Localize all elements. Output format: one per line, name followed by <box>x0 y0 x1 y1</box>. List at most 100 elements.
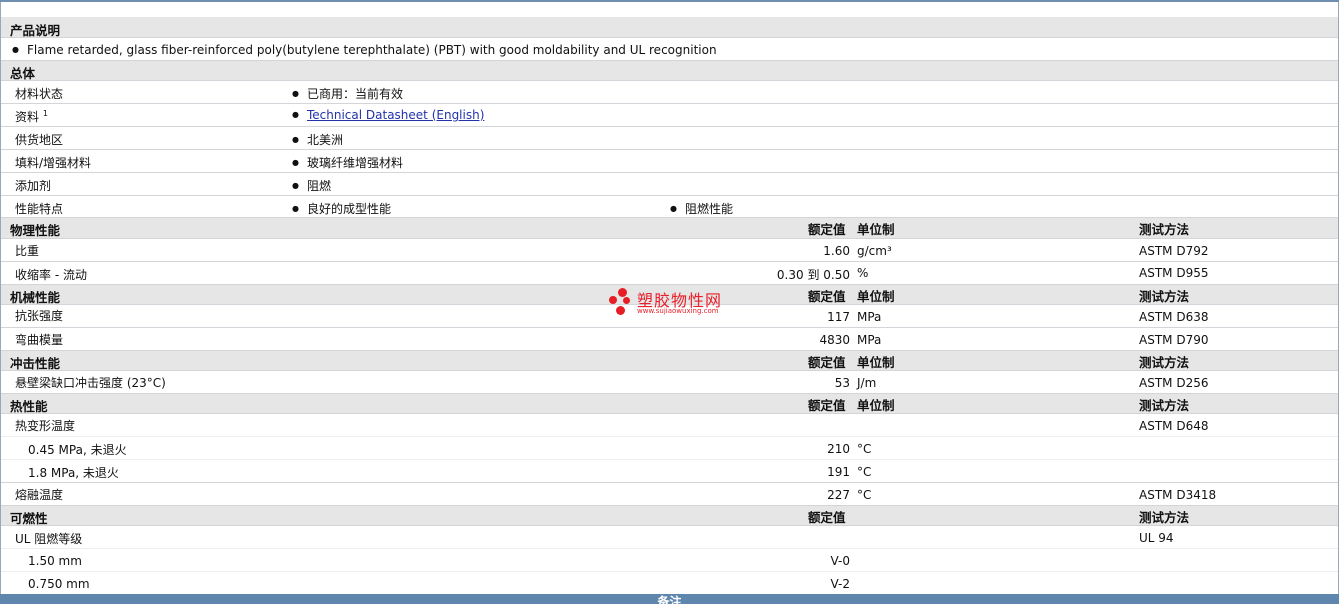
section-title: 物理性能 <box>10 223 61 238</box>
property-unit: g/cm³ <box>857 244 892 258</box>
property-row-flex-modulus: 弯曲模量 4830 MPa ASTM D790 <box>1 328 1338 351</box>
test-method: ASTM D790 <box>1139 333 1209 347</box>
property-subrow-ul-075: 0.750 mm V-2 <box>1 572 1338 594</box>
property-label: 热变形温度 <box>15 419 76 433</box>
general-row-region: 供货地区 北美洲 <box>1 127 1338 150</box>
description-row: Flame retarded, glass fiber-reinforced p… <box>1 38 1338 61</box>
unit-header: 单位制 <box>857 289 895 304</box>
property-value: 0.30 到 0.50 <box>776 268 850 282</box>
row-value: 良好的成型性能 <box>292 200 391 217</box>
row-value: 阻燃 <box>292 177 331 194</box>
section-title: 产品说明 <box>10 23 61 38</box>
description-text: Flame retarded, glass fiber-reinforced p… <box>12 43 717 57</box>
method-header: 测试方法 <box>1139 289 1190 304</box>
test-method: ASTM D256 <box>1139 376 1209 390</box>
general-row-status: 材料状态 已商用：当前有效 <box>1 81 1338 104</box>
technical-datasheet-link[interactable]: Technical Datasheet (English) <box>307 108 484 122</box>
nominal-header: 额定值 <box>808 289 846 304</box>
general-row-docs: 资料 1 Technical Datasheet (English) <box>1 104 1338 127</box>
test-method: ASTM D3418 <box>1139 488 1217 502</box>
logo-dot-icon <box>609 296 617 304</box>
property-unit: °C <box>857 488 872 502</box>
logo-dot-icon <box>616 306 625 315</box>
section-header-impact: 冲击性能 额定值 单位制 测试方法 <box>1 351 1338 371</box>
section-title: 总体 <box>10 66 36 81</box>
property-unit: °C <box>857 442 872 456</box>
row-label: 添加剂 <box>15 179 52 193</box>
property-subrow-hdt-045: 0.45 MPa, 未退火 210 °C <box>1 437 1338 460</box>
property-value: 117 <box>827 310 850 324</box>
property-row-density: 比重 1.60 g/cm³ ASTM D792 <box>1 239 1338 262</box>
property-label: 1.8 MPa, 未退火 <box>28 466 119 480</box>
unit-header: 单位制 <box>857 398 895 413</box>
logo-dot-icon <box>623 297 630 304</box>
property-label: 0.45 MPa, 未退火 <box>28 443 127 457</box>
property-subrow-ul-150: 1.50 mm V-0 <box>1 549 1338 572</box>
property-unit: MPa <box>857 310 882 324</box>
test-method: ASTM D792 <box>1139 244 1209 258</box>
general-row-features: 性能特点 良好的成型性能 阻燃性能 <box>1 196 1338 218</box>
section-title: 可燃性 <box>10 511 48 526</box>
nominal-header: 额定值 <box>808 355 846 370</box>
row-value: 阻燃性能 <box>670 200 733 217</box>
property-unit: % <box>857 266 869 280</box>
general-row-additive: 添加剂 阻燃 <box>1 173 1338 196</box>
row-label: 填料/增强材料 <box>15 156 92 170</box>
property-value: 191 <box>827 465 850 479</box>
section-title: 机械性能 <box>10 290 61 305</box>
row-value: 北美洲 <box>292 131 343 148</box>
notes-header-bar: 备注 <box>0 594 1339 604</box>
property-label: 悬壁梁缺口冲击强度 (23°C) <box>15 376 166 390</box>
unit-header: 单位制 <box>857 355 895 370</box>
property-label: UL 阻燃等级 <box>15 532 83 546</box>
method-header: 测试方法 <box>1139 355 1190 370</box>
row-value: Technical Datasheet (English) <box>292 108 484 122</box>
property-value: 4830 <box>819 333 850 347</box>
watermark-url: www.sujiaowuxing.com <box>637 307 719 315</box>
general-row-filler: 填料/增强材料 玻璃纤维增强材料 <box>1 150 1338 173</box>
property-value: 210 <box>827 442 850 456</box>
row-label: 供货地区 <box>15 133 64 147</box>
property-label: 比重 <box>15 244 40 258</box>
property-label: 0.750 mm <box>28 577 90 591</box>
row-label: 性能特点 <box>15 202 64 216</box>
nominal-header: 额定值 <box>808 398 846 413</box>
method-header: 测试方法 <box>1139 510 1190 525</box>
property-row-ul: UL 阻燃等级 UL 94 <box>1 526 1338 549</box>
unit-header: 单位制 <box>857 222 895 237</box>
section-header-general: 总体 <box>1 61 1338 81</box>
nominal-header: 额定值 <box>808 222 846 237</box>
property-value: 227 <box>827 488 850 502</box>
property-row-shrinkage: 收缩率 - 流动 0.30 到 0.50 % ASTM D955 <box>1 262 1338 285</box>
section-header-thermal: 热性能 额定值 单位制 测试方法 <box>1 394 1338 414</box>
property-row-melt: 熔融温度 227 °C ASTM D3418 <box>1 483 1338 506</box>
section-header-physical: 物理性能 额定值 单位制 测试方法 <box>1 218 1338 239</box>
property-value: V-2 <box>830 577 850 591</box>
property-unit: MPa <box>857 333 882 347</box>
property-row-izod: 悬壁梁缺口冲击强度 (23°C) 53 J/m ASTM D256 <box>1 371 1338 394</box>
nominal-header: 额定值 <box>808 510 846 525</box>
property-value: 53 <box>834 376 850 390</box>
property-unit: J/m <box>857 376 877 390</box>
row-label: 资料 1 <box>15 109 48 124</box>
section-header-description: 产品说明 <box>1 17 1338 38</box>
logo-dot-icon <box>618 288 627 297</box>
method-header: 测试方法 <box>1139 398 1190 413</box>
row-label: 材料状态 <box>15 87 64 101</box>
property-label: 收缩率 - 流动 <box>15 268 87 282</box>
property-label: 1.50 mm <box>28 554 82 568</box>
test-method: ASTM D638 <box>1139 310 1209 324</box>
watermark-logo: 塑胶物性网 www.sujiaowuxing.com <box>607 286 747 320</box>
property-subrow-hdt-18: 1.8 MPa, 未退火 191 °C <box>1 460 1338 483</box>
property-label: 弯曲模量 <box>15 333 64 347</box>
section-title: 热性能 <box>10 399 48 414</box>
property-label: 抗张强度 <box>15 309 64 323</box>
row-value: 已商用：当前有效 <box>292 85 403 102</box>
section-title: 冲击性能 <box>10 356 61 371</box>
section-header-flammability: 可燃性 额定值 测试方法 <box>1 506 1338 526</box>
property-label: 熔融温度 <box>15 488 64 502</box>
notes-title: 备注 <box>657 595 682 604</box>
property-value: V-0 <box>830 554 850 568</box>
property-value: 1.60 <box>823 244 850 258</box>
test-method: ASTM D648 <box>1139 419 1209 433</box>
